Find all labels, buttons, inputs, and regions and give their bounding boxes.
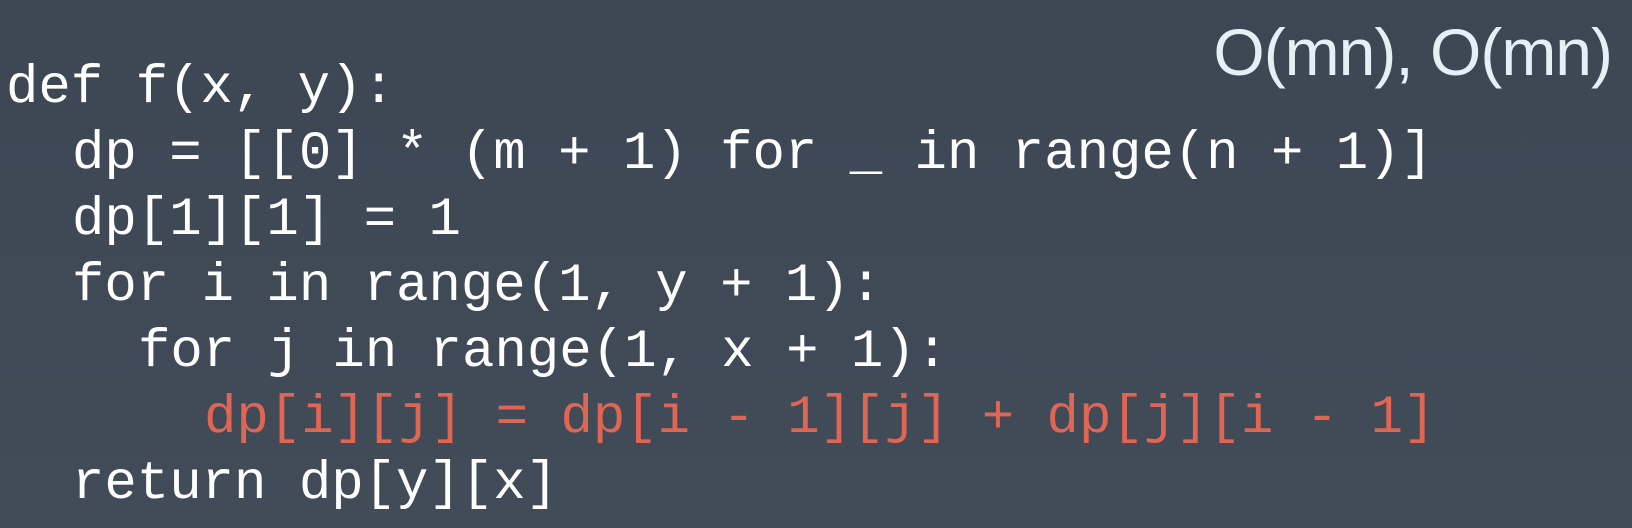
code-line-outer-loop: for i in range(1, y + 1): — [72, 256, 883, 317]
code-line-dp-init: dp = [[0] * (m + 1) for _ in range(n + 1… — [72, 124, 1434, 185]
code-line-inner-loop: for j in range(1, x + 1): — [138, 322, 949, 383]
code-line-recurrence: dp[i][j] = dp[i - 1][j] + dp[j][i - 1] — [204, 388, 1436, 449]
code-line-dp-base: dp[1][1] = 1 — [72, 190, 461, 251]
code-block: def f(x, y): dp = [[0] * (m + 1) for _ in… — [0, 56, 1435, 518]
code-line-def: def f(x, y): — [6, 58, 395, 119]
code-line-return: return dp[y][x] — [72, 454, 559, 515]
